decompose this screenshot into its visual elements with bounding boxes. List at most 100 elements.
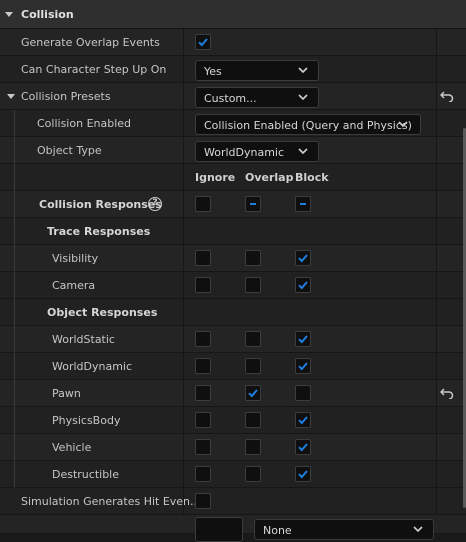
sim-hit-row: Simulation Generates Hit Even... (0, 488, 466, 515)
collision-enabled-value: Collision Enabled (Query and Physics) (204, 119, 412, 132)
section-title: Collision (21, 8, 74, 21)
reset-arrow-icon[interactable] (440, 90, 454, 102)
collapse-triangle-icon[interactable] (7, 94, 15, 99)
step-up-dropdown[interactable]: Yes (195, 60, 319, 81)
block-checkbox[interactable] (295, 466, 311, 482)
reset-arrow-icon[interactable] (440, 387, 454, 399)
response-row: Vehicle (0, 434, 466, 461)
check-icon (298, 281, 308, 290)
ignore-checkbox[interactable] (195, 331, 211, 347)
trace-responses-label: Trace Responses (47, 225, 151, 238)
object-type-dropdown[interactable]: WorldDynamic (195, 141, 319, 162)
collision-enabled-row: Collision Enabled Collision Enabled (Que… (0, 110, 466, 137)
block-checkbox[interactable] (295, 385, 311, 401)
dash-icon (300, 203, 306, 205)
chevron-down-icon (298, 67, 308, 74)
collision-enabled-dropdown[interactable]: Collision Enabled (Query and Physics) (195, 114, 421, 135)
material-value: None (263, 524, 292, 537)
response-label: Visibility (52, 252, 99, 265)
object-responses-label: Object Responses (47, 306, 158, 319)
help-icon[interactable]: ? (148, 197, 162, 211)
ignore-checkbox[interactable] (195, 385, 211, 401)
response-label: Destructible (52, 468, 119, 481)
ignore-checkbox[interactable] (195, 277, 211, 293)
column-block: Block (295, 171, 329, 184)
generate-overlap-row: Generate Overlap Events (0, 29, 466, 56)
overlap-checkbox[interactable] (245, 358, 261, 374)
dash-icon (250, 203, 256, 205)
collapse-triangle-icon[interactable] (5, 12, 13, 17)
generate-overlap-label: Generate Overlap Events (21, 36, 160, 49)
check-icon (298, 335, 308, 344)
block-checkbox[interactable] (295, 412, 311, 428)
collision-enabled-label: Collision Enabled (37, 117, 132, 130)
object-type-value: WorldDynamic (204, 146, 285, 159)
overlap-checkbox[interactable] (245, 331, 261, 347)
ignore-checkbox[interactable] (195, 439, 211, 455)
response-row: Destructible (0, 461, 466, 488)
all-overlap-checkbox[interactable] (245, 196, 261, 212)
collision-responses-label: Collision Responses (39, 198, 162, 211)
ignore-checkbox[interactable] (195, 358, 211, 374)
chevron-down-icon (398, 121, 408, 128)
step-up-row: Can Character Step Up On Yes (0, 56, 466, 83)
chevron-down-icon (413, 526, 423, 533)
physical-material-row: None (0, 515, 466, 542)
response-row: WorldStatic (0, 326, 466, 353)
column-overlap: Overlap (245, 171, 294, 184)
check-icon (198, 38, 208, 47)
chevron-down-icon (298, 148, 308, 155)
step-up-label: Can Character Step Up On (21, 63, 167, 76)
ignore-checkbox[interactable] (195, 412, 211, 428)
check-icon (298, 416, 308, 425)
column-ignore: Ignore (195, 171, 236, 184)
presets-label: Collision Presets (21, 90, 111, 103)
response-label: Camera (52, 279, 96, 292)
ignore-checkbox[interactable] (195, 466, 211, 482)
ignore-checkbox[interactable] (195, 250, 211, 266)
response-row: PhysicsBody (0, 407, 466, 434)
overlap-checkbox[interactable] (245, 250, 261, 266)
response-row: Visibility (0, 245, 466, 272)
block-checkbox[interactable] (295, 331, 311, 347)
response-row: Camera (0, 272, 466, 299)
presets-row: Collision Presets Custom... (0, 83, 466, 110)
response-column-header-row: Ignore Overlap Block (0, 164, 466, 191)
chevron-down-icon (298, 94, 308, 101)
object-responses-row: Object Responses (0, 299, 466, 326)
response-row: WorldDynamic (0, 353, 466, 380)
overlap-checkbox[interactable] (245, 439, 261, 455)
overlap-checkbox[interactable] (245, 466, 261, 482)
check-icon (298, 470, 308, 479)
material-dropdown[interactable]: None (254, 519, 434, 540)
block-checkbox[interactable] (295, 250, 311, 266)
check-icon (298, 254, 308, 263)
all-ignore-checkbox[interactable] (195, 196, 211, 212)
response-label: Vehicle (52, 441, 92, 454)
response-row: Pawn (0, 380, 466, 407)
block-checkbox[interactable] (295, 439, 311, 455)
response-label: PhysicsBody (52, 414, 121, 427)
material-thumbnail[interactable] (195, 517, 243, 542)
response-label: WorldStatic (52, 333, 115, 346)
check-icon (298, 362, 308, 371)
response-label: WorldDynamic (52, 360, 133, 373)
sim-hit-checkbox[interactable] (195, 493, 211, 509)
presets-dropdown[interactable]: Custom... (195, 87, 319, 108)
object-type-label: Object Type (37, 144, 102, 157)
overlap-checkbox[interactable] (245, 385, 261, 401)
generate-overlap-checkbox[interactable] (195, 34, 211, 50)
block-checkbox[interactable] (295, 358, 311, 374)
object-type-row: Object Type WorldDynamic (0, 137, 466, 164)
response-label: Pawn (52, 387, 81, 400)
overlap-checkbox[interactable] (245, 277, 261, 293)
overlap-checkbox[interactable] (245, 412, 261, 428)
check-icon (248, 389, 258, 398)
block-checkbox[interactable] (295, 277, 311, 293)
trace-responses-row: Trace Responses (0, 218, 466, 245)
all-block-checkbox[interactable] (295, 196, 311, 212)
presets-value: Custom... (204, 92, 257, 105)
collision-responses-row: Collision Responses ? (0, 191, 466, 218)
collision-section-header[interactable]: Collision (0, 0, 466, 29)
step-up-value: Yes (204, 65, 222, 78)
